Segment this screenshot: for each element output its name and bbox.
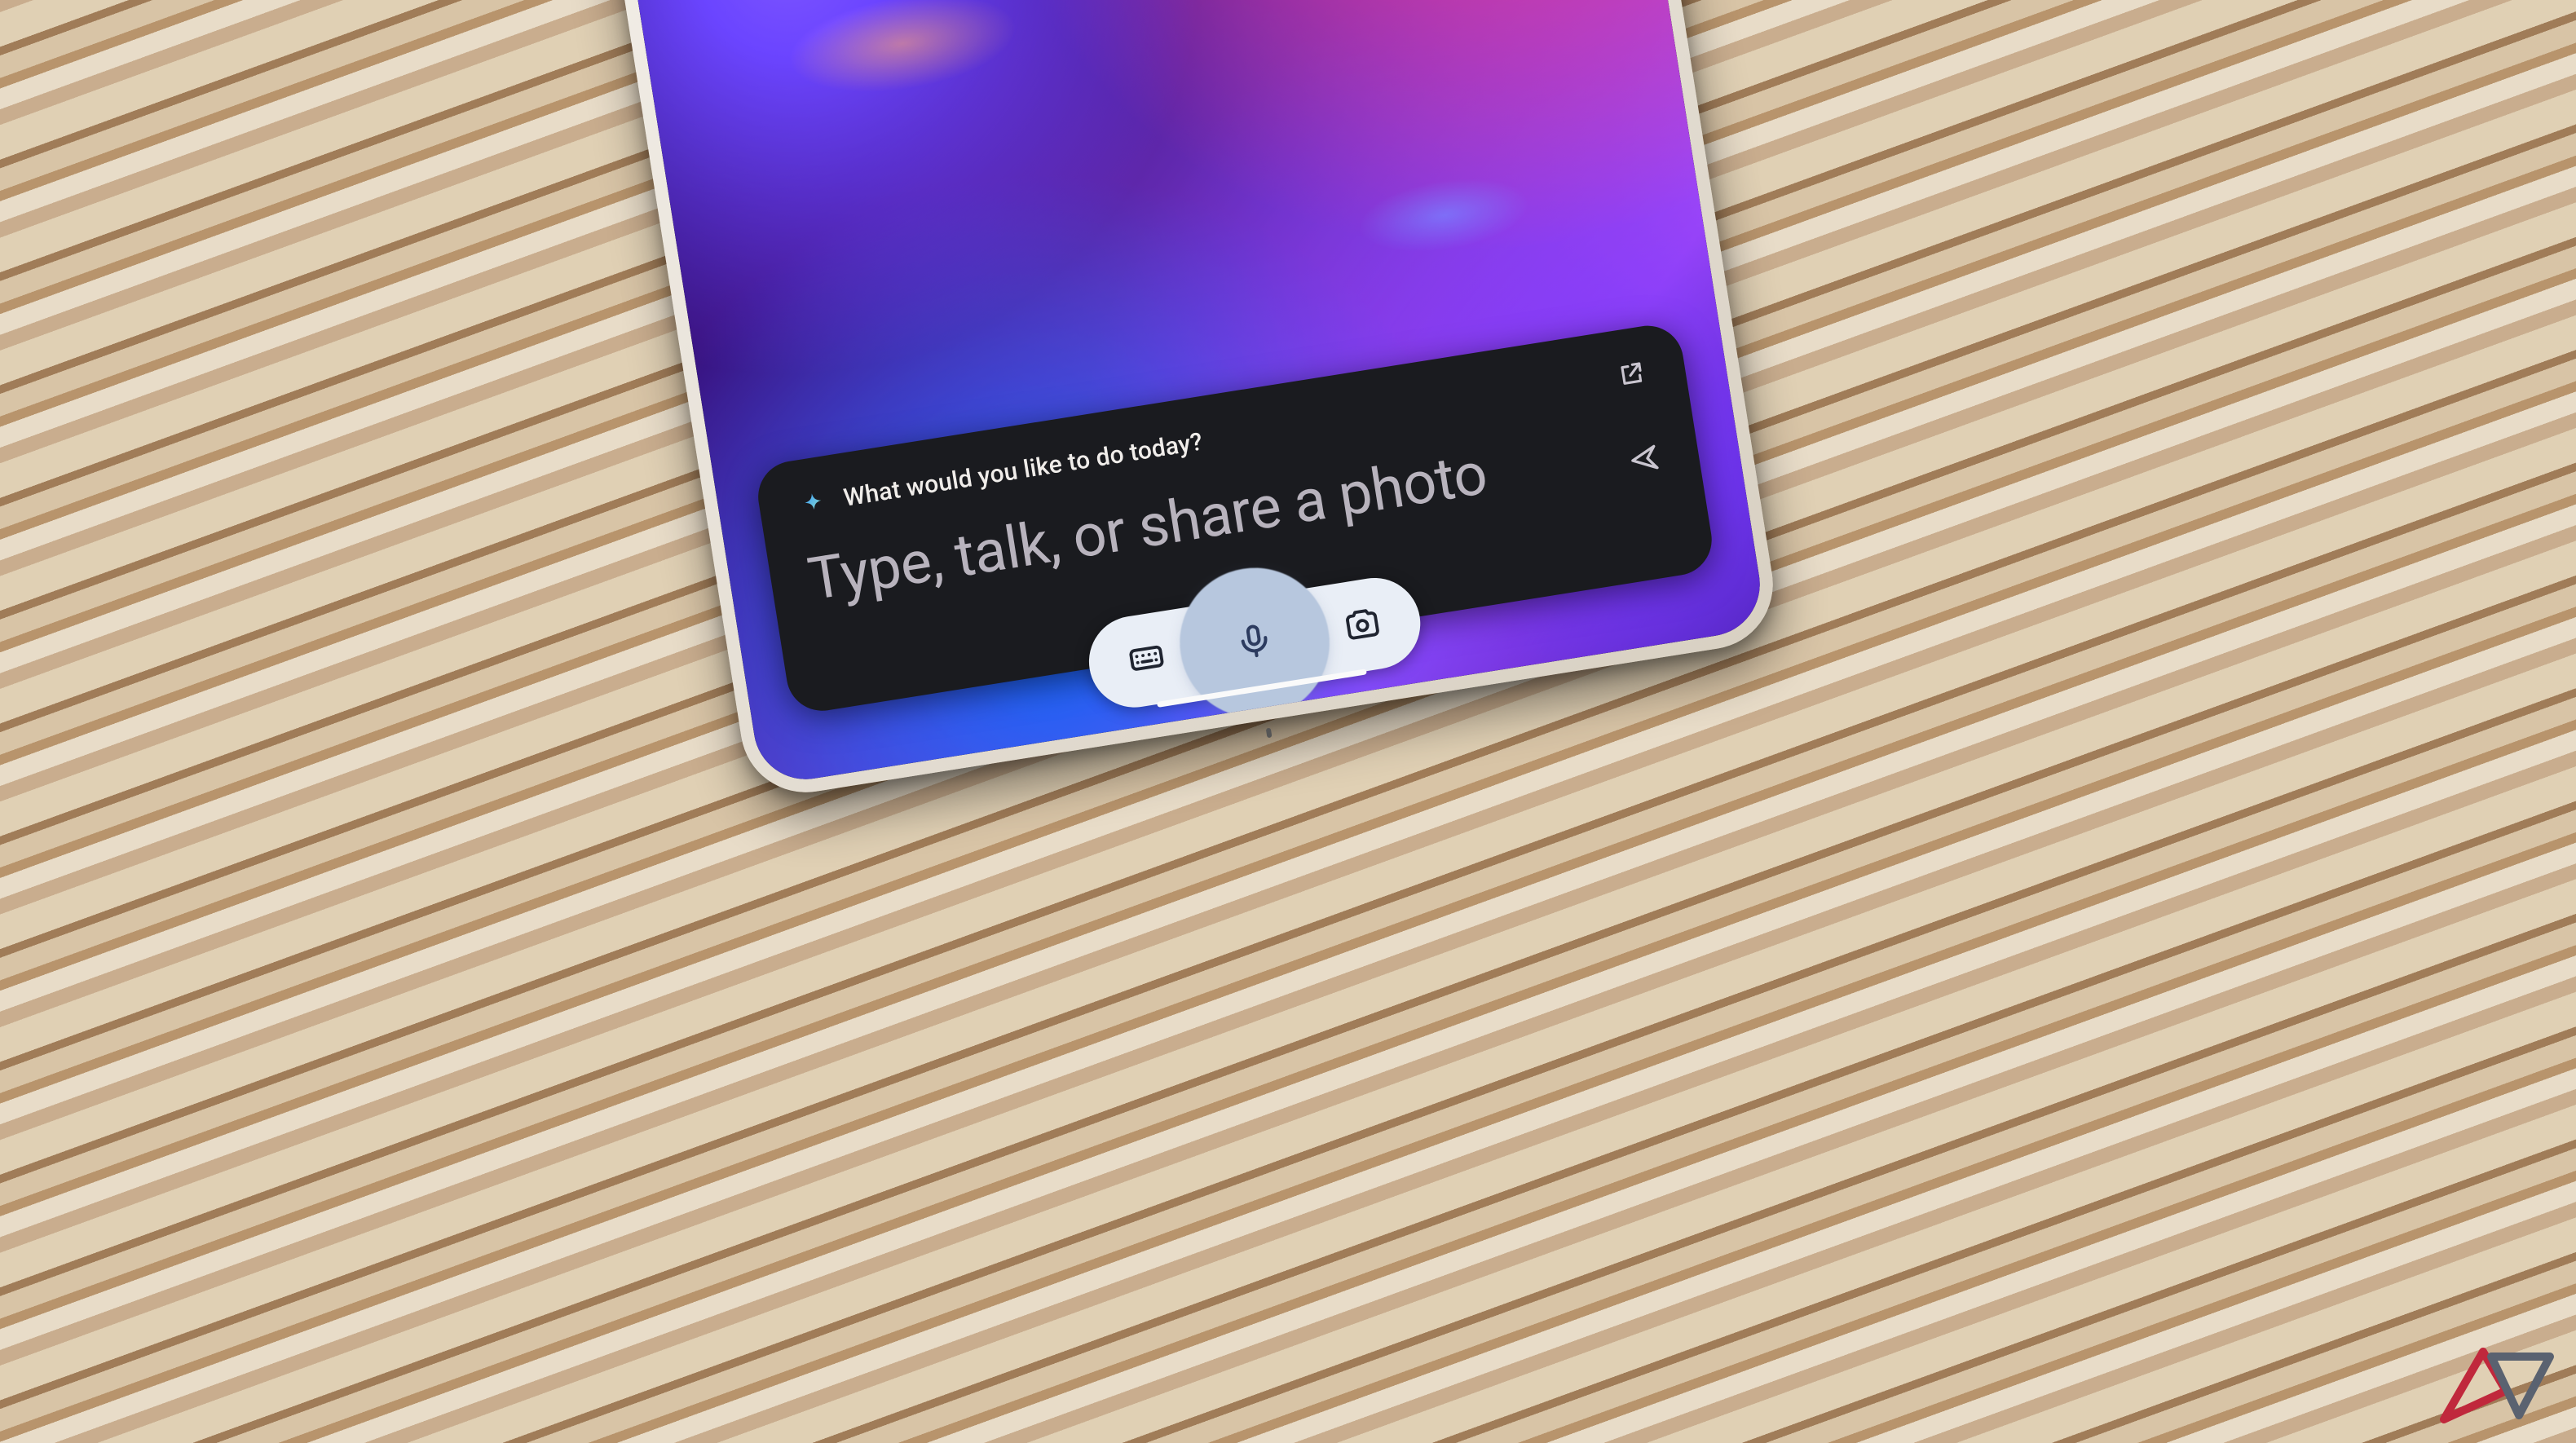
camera-button[interactable] [1330, 593, 1395, 658]
camera-icon [1340, 602, 1383, 649]
phone-screen: What would you like to do today? Type, t… [603, 0, 1767, 787]
sparkle-icon [795, 488, 832, 526]
keyboard-icon [1125, 637, 1168, 683]
speaker-grille [1265, 727, 1272, 738]
send-button[interactable] [1621, 435, 1669, 483]
keyboard-button[interactable] [1114, 627, 1179, 692]
microphone-icon [1232, 618, 1277, 666]
open-in-new-icon [1615, 358, 1647, 393]
send-sparkle-icon [1625, 439, 1663, 480]
expand-button[interactable] [1609, 353, 1654, 398]
